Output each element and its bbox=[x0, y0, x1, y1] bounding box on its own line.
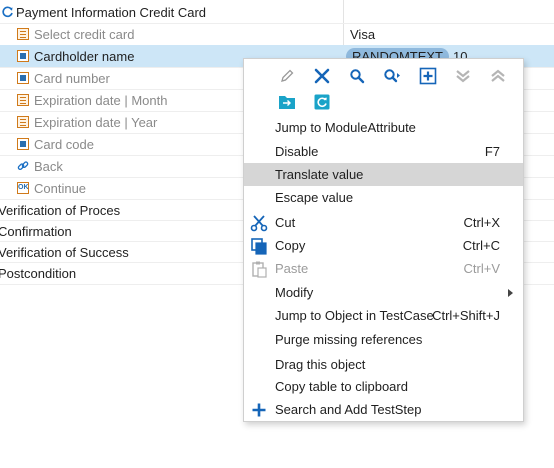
menu-item-drag-this-object[interactable]: Drag this object bbox=[244, 353, 523, 376]
menu-item-label: Translate value bbox=[275, 167, 364, 182]
tree-row-label: Expiration date | Year bbox=[34, 114, 158, 130]
menu-item-shortcut: F7 bbox=[484, 144, 500, 159]
menu-item-label: Escape value bbox=[275, 190, 354, 205]
search-next-icon[interactable] bbox=[382, 66, 402, 86]
menu-item-jump-to-object-in-testcase[interactable]: Jump to Object in TestCase Ctrl+Shift+J bbox=[244, 304, 523, 327]
tree-row-label: Verification of Success bbox=[0, 244, 129, 260]
attribute-icon bbox=[17, 138, 29, 150]
menu-item-label: Cut bbox=[275, 215, 296, 230]
list-attribute-icon bbox=[17, 28, 29, 40]
link-icon bbox=[17, 160, 29, 175]
menu-item-jump-to-module-attribute[interactable]: Jump to ModuleAttribute bbox=[244, 116, 523, 139]
tree-row-label: Confirmation bbox=[0, 223, 72, 239]
menu-item-label: Modify bbox=[275, 285, 314, 300]
tree-row-label: Back bbox=[34, 158, 63, 174]
tree-row-label: Verification of Proces bbox=[0, 202, 121, 218]
menu-item-paste[interactable]: Paste Ctrl+V bbox=[244, 257, 523, 280]
context-menu: Jump to ModuleAttribute Disable F7 Trans… bbox=[243, 58, 524, 422]
tree-row-select-credit-card[interactable]: Select credit card Visa bbox=[0, 23, 554, 45]
scissors-icon bbox=[250, 214, 268, 232]
menu-item-label: Jump to Object in TestCase bbox=[275, 308, 434, 323]
tree-row-payment-information[interactable]: Payment Information Credit Card bbox=[0, 1, 554, 23]
list-attribute-icon bbox=[17, 94, 29, 106]
menu-item-disable[interactable]: Disable F7 bbox=[244, 140, 523, 163]
attribute-icon bbox=[17, 72, 29, 84]
button-attribute-icon: OK bbox=[17, 182, 29, 194]
menu-item-escape-value[interactable]: Escape value bbox=[244, 186, 523, 209]
menu-item-shortcut: Ctrl+C bbox=[462, 238, 500, 253]
menu-item-label: Disable bbox=[275, 144, 319, 159]
menu-item-label: Paste bbox=[275, 261, 309, 276]
plus-icon bbox=[250, 401, 268, 419]
menu-item-cut[interactable]: Cut Ctrl+X bbox=[244, 211, 523, 234]
attribute-icon bbox=[17, 50, 29, 62]
menu-item-copy-table-to-clipboard[interactable]: Copy table to clipboard bbox=[244, 375, 523, 398]
collapse-icon[interactable] bbox=[453, 66, 473, 86]
menu-item-search-and-add-teststep[interactable]: Search and Add TestStep bbox=[244, 398, 523, 421]
tree-row-label: Payment Information Credit Card bbox=[16, 4, 207, 20]
refresh-folder-icon bbox=[1, 5, 14, 21]
menu-item-label: Jump to ModuleAttribute bbox=[275, 120, 416, 135]
menu-item-label: Drag this object bbox=[275, 357, 366, 372]
paste-icon bbox=[250, 260, 268, 278]
menu-item-shortcut: Ctrl+Shift+J bbox=[432, 308, 500, 323]
menu-item-label: Search and Add TestStep bbox=[275, 402, 422, 417]
tree-row-label: Cardholder name bbox=[34, 48, 135, 64]
tree-row-label: Continue bbox=[34, 180, 87, 196]
menu-item-modify[interactable]: Modify bbox=[244, 281, 523, 304]
edit-icon[interactable] bbox=[277, 66, 297, 86]
search-icon[interactable] bbox=[347, 66, 367, 86]
expand-icon[interactable] bbox=[488, 66, 508, 86]
delete-icon[interactable] bbox=[312, 66, 332, 86]
menu-item-label: Copy table to clipboard bbox=[275, 379, 408, 394]
menu-item-label: Purge missing references bbox=[275, 332, 423, 347]
tree-row-label: Card number bbox=[34, 70, 110, 86]
tree-row-label: Postcondition bbox=[0, 265, 77, 281]
list-attribute-icon bbox=[17, 116, 29, 128]
menu-item-shortcut: Ctrl+X bbox=[463, 215, 500, 230]
add-icon[interactable] bbox=[418, 66, 438, 86]
refresh-icon[interactable] bbox=[312, 92, 332, 112]
move-icon[interactable] bbox=[277, 92, 297, 112]
tree-row-value[interactable]: Visa bbox=[350, 27, 375, 42]
menu-item-label: Copy bbox=[275, 238, 306, 253]
submenu-arrow-icon bbox=[508, 288, 513, 297]
menu-item-purge-missing-references[interactable]: Purge missing references bbox=[244, 328, 523, 351]
tree-row-label: Card code bbox=[34, 136, 94, 152]
menu-item-copy[interactable]: Copy Ctrl+C bbox=[244, 234, 523, 257]
menu-item-translate-value[interactable]: Translate value bbox=[244, 163, 523, 186]
copy-icon bbox=[250, 237, 268, 255]
menu-item-shortcut: Ctrl+V bbox=[463, 261, 500, 276]
tree-row-label: Expiration date | Month bbox=[34, 92, 168, 108]
tree-row-label: Select credit card bbox=[34, 26, 135, 42]
